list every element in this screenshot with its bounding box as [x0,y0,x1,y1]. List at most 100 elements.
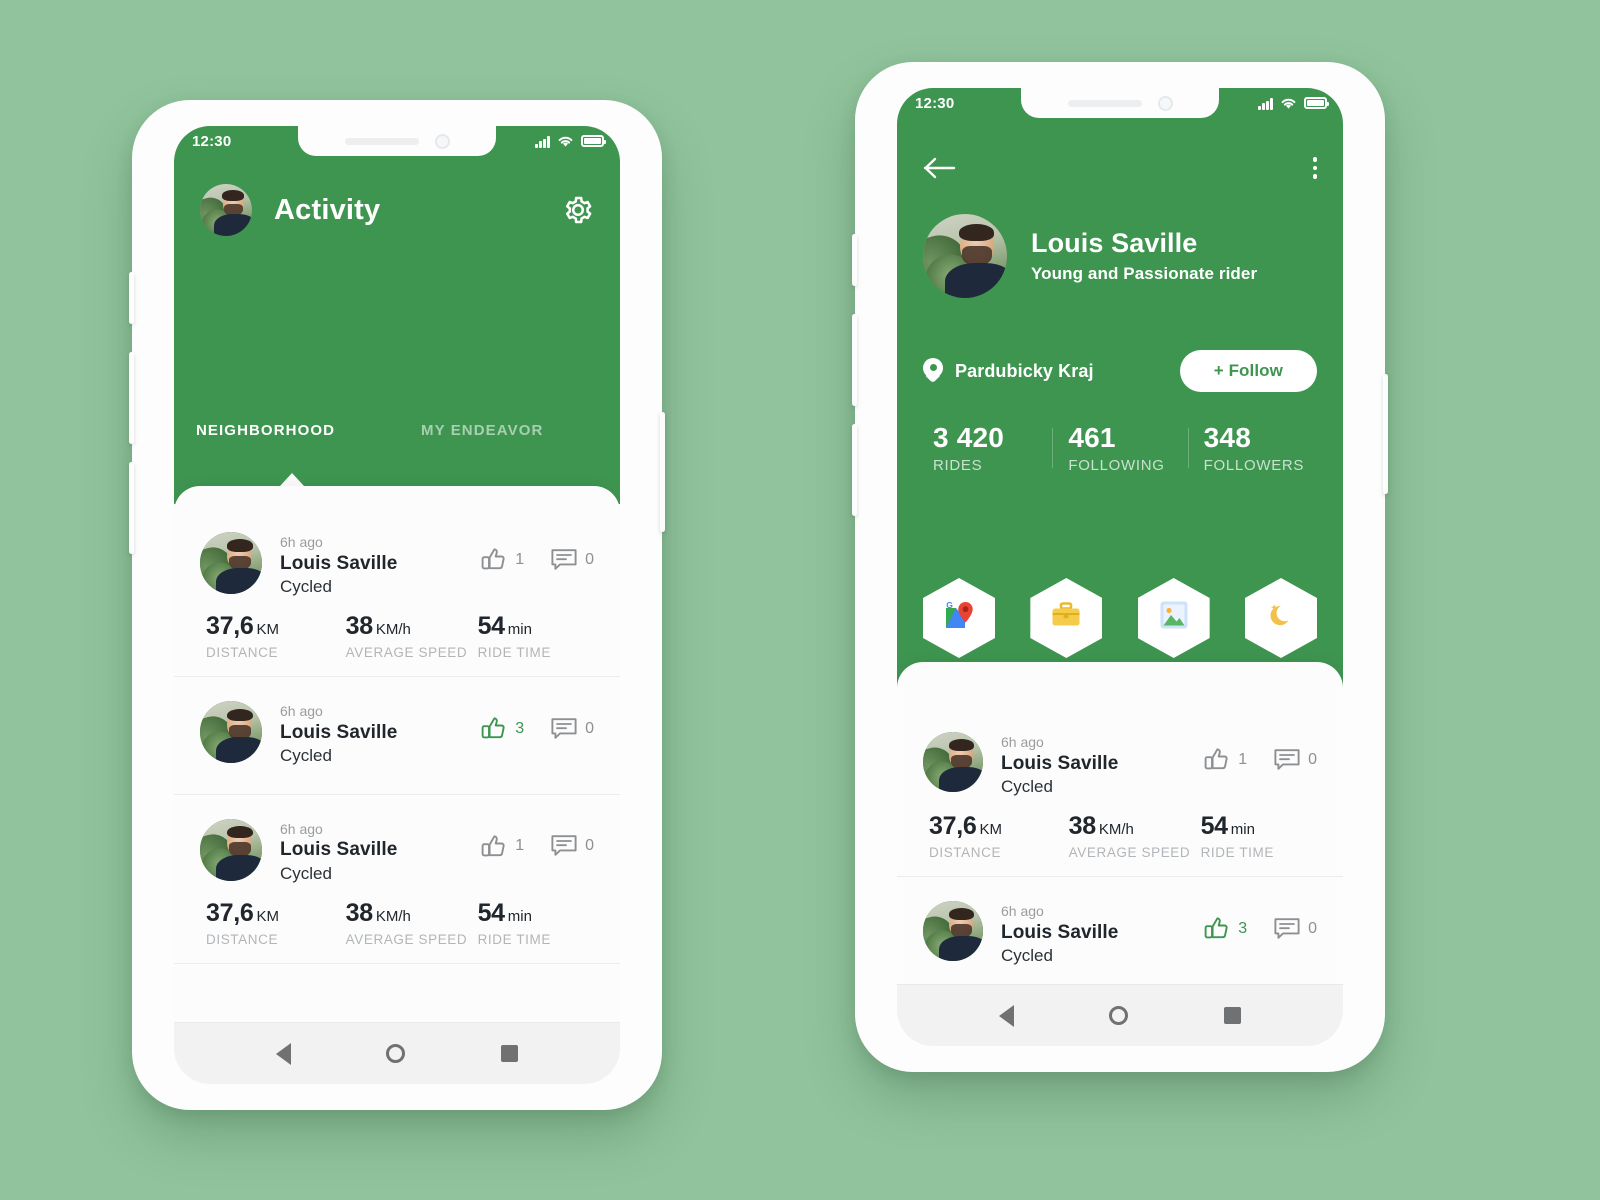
recents-square-icon[interactable] [501,1045,519,1062]
volume-up-right[interactable] [852,314,857,406]
badge-briefcase[interactable] [1030,578,1103,658]
stat-label: RIDES [933,457,983,474]
stat-value: 54 [477,612,506,641]
comment-control[interactable]: 0 [550,833,594,859]
silent-switch-left[interactable] [129,272,134,324]
tab-my-endeavor[interactable]: MY ENDEAVOR [397,422,598,462]
comment-icon[interactable] [550,716,578,742]
home-circle-icon[interactable] [1109,1006,1129,1025]
earpiece-speaker [1067,99,1142,107]
like-control[interactable]: 3 [480,715,524,742]
thumbs-up-icon[interactable] [480,546,508,573]
feed-item[interactable]: 6h ago Louis Saville Cycled 1 0 37,6 KM DISTANC… [897,708,1343,878]
power-button-right[interactable] [1383,374,1388,494]
stat-unit: min [507,621,532,639]
location-row: Pardubicky Kraj + Follow [923,350,1317,392]
comment-icon[interactable] [1273,747,1301,773]
front-camera-icon [1157,95,1173,111]
comment-count: 0 [1308,919,1317,937]
comment-control[interactable]: 0 [1273,916,1317,942]
back-triangle-icon[interactable] [998,1004,1014,1027]
comment-count: 0 [585,550,594,568]
thumbs-up-icon[interactable] [480,833,508,860]
comment-count: 0 [585,719,594,737]
stat-followers[interactable]: 348 FOLLOWERS [1187,422,1323,474]
battery-full-icon [581,135,606,147]
gear-icon[interactable] [562,194,594,226]
power-button-left[interactable] [660,412,665,532]
feed-avatar[interactable] [200,818,262,881]
recents-square-icon[interactable] [1224,1007,1242,1024]
header-avatar[interactable] [200,184,252,236]
volume-up-left[interactable] [129,352,134,444]
like-control[interactable]: 3 [1203,915,1247,942]
badge-row[interactable]: G [923,578,1317,658]
home-circle-icon[interactable] [386,1044,406,1063]
stat-label: AVERAGE SPEED [345,931,468,947]
stat-value: 38 [1068,812,1097,841]
badge-google-maps-pin[interactable]: G [923,578,995,658]
stat-distance: 37,6 KM DISTANCE [206,899,346,947]
tab-neighborhood[interactable]: NEIGHBORHOOD [196,422,397,462]
more-vertical-icon[interactable] [1312,157,1317,179]
screen-left: 12:30 Activity NEIGHBORHOOD MY ENDEAVOR … [174,126,620,1084]
feed-activity-type: Cycled [280,577,332,597]
feed-item[interactable]: 6h ago Louis Saville Cycled 3 0 [174,677,620,795]
comment-count: 0 [1308,750,1317,768]
feed-user-name: Louis Saville [280,839,398,861]
status-time: 12:30 [192,132,232,150]
stat-value: 54 [1200,812,1229,841]
badge-crescent-moon[interactable] [1244,578,1317,658]
feed-item[interactable]: 6h ago Louis Saville Cycled 1 0 37,6 KM DISTANC… [174,795,620,964]
feed-sheet-left: 6h ago Louis Saville Cycled 1 0 37,6 KM DISTANC… [174,486,620,1084]
silent-switch-right[interactable] [852,234,857,286]
like-control[interactable]: 1 [480,833,524,860]
profile-avatar[interactable] [923,214,1007,298]
comment-control[interactable]: 0 [1273,747,1317,773]
feed-user-name: Louis Saville [1001,752,1119,774]
stat-label: DISTANCE [206,931,279,947]
feed-item[interactable]: 6h ago Louis Saville Cycled 1 0 37,6 KM DISTANC… [174,508,620,678]
comment-count: 0 [585,837,594,855]
feed-timestamp: 6h ago [280,703,323,720]
arrow-left-icon[interactable] [923,155,957,181]
stat-rides[interactable]: 3 420 RIDES [917,422,1052,474]
comment-control[interactable]: 0 [550,716,594,742]
feed-avatar[interactable] [200,701,262,764]
feed-avatar[interactable] [200,532,262,594]
volume-down-left[interactable] [129,462,134,554]
stat-value-row: 38 KM/h [1069,812,1201,841]
stat-unit: min [507,907,532,925]
feed-avatar[interactable] [923,901,983,962]
wifi-icon [558,136,573,147]
stat-distance: 37,6 KM DISTANCE [929,812,1069,860]
svg-text:G: G [946,600,953,610]
stat-label: RIDE TIME [1200,845,1274,861]
comment-icon[interactable] [1273,916,1301,942]
phone-left: 12:30 Activity NEIGHBORHOOD MY ENDEAVOR … [129,100,665,1110]
badge-picture-frame[interactable] [1137,578,1210,658]
thumbs-up-icon[interactable] [1203,746,1231,773]
feed-user-name: Louis Saville [1001,921,1119,943]
thumbs-up-icon[interactable] [1203,915,1231,942]
stat-average-speed: 38 KM/h AVERAGE SPEED [1069,812,1201,860]
comment-control[interactable]: 0 [550,547,594,573]
signal-bars-icon [1258,97,1273,110]
back-triangle-icon[interactable] [275,1042,291,1065]
app-bar-right [897,140,1343,196]
thumbs-up-icon[interactable] [480,715,508,742]
feed-item[interactable]: 6h ago Louis Saville Cycled 3 0 [897,877,1343,995]
activity-feed-left[interactable]: 6h ago Louis Saville Cycled 1 0 37,6 KM DISTANC… [174,508,620,1084]
profile-name: Louis Saville [1031,228,1198,258]
stat-unit: KM [256,621,279,639]
follow-button[interactable]: + Follow [1179,350,1317,392]
feed-avatar[interactable] [923,732,983,792]
like-control[interactable]: 1 [1203,746,1247,773]
comment-icon[interactable] [550,547,578,573]
stat-following[interactable]: 461 FOLLOWING [1052,422,1187,474]
like-control[interactable]: 1 [480,546,524,573]
volume-down-right[interactable] [852,424,857,516]
comment-icon[interactable] [550,833,578,859]
feed-activity-type: Cycled [280,863,332,883]
stat-value-row: 37,6 KM [929,812,1069,841]
